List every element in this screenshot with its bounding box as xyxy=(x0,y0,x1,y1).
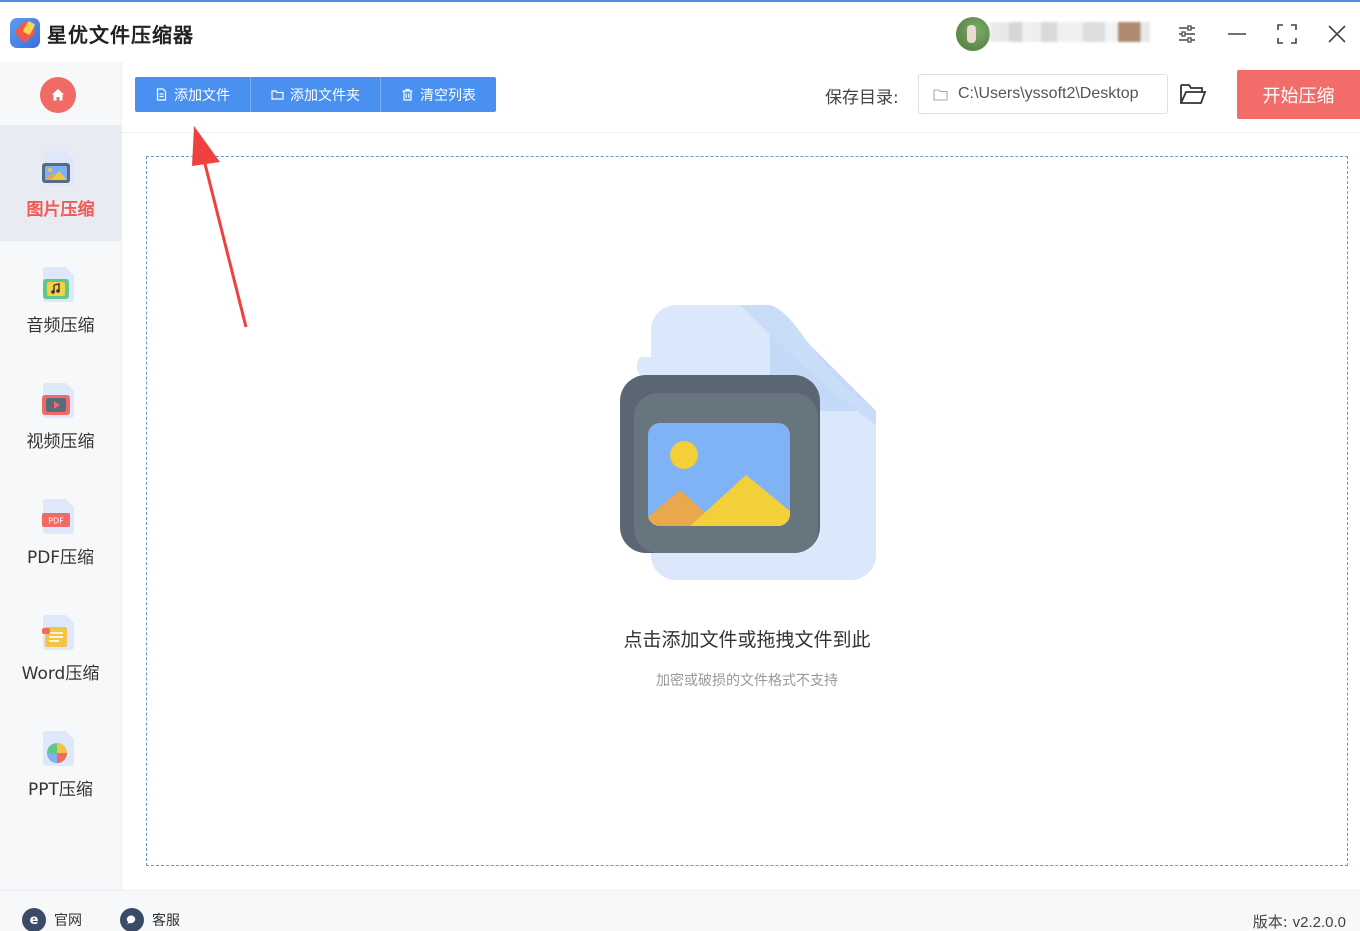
folder-icon xyxy=(271,90,284,100)
sliders-icon xyxy=(1179,25,1195,43)
customer-service-link[interactable]: 客服 xyxy=(120,908,180,931)
add-file-label: 添加文件 xyxy=(174,87,230,104)
word-file-icon xyxy=(42,615,74,650)
app-title: 星优文件压缩器 xyxy=(47,23,194,47)
audio-file-icon xyxy=(43,267,74,302)
clear-list-button[interactable]: 清空列表 xyxy=(381,77,496,112)
close-icon xyxy=(1328,25,1346,43)
clear-list-label: 清空列表 xyxy=(420,87,476,104)
start-compress-button[interactable]: 开始压缩 xyxy=(1237,70,1360,119)
video-file-icon xyxy=(42,383,74,418)
folder-icon xyxy=(933,88,948,101)
save-directory-label: 保存目录: xyxy=(825,88,899,108)
footer: e 官网 客服 版本: v2.2.0.0 xyxy=(0,890,1360,931)
fullscreen-icon xyxy=(1277,24,1297,44)
save-directory-value: C:\Users\yssoft2\Desktop xyxy=(958,85,1139,102)
maximize-button[interactable] xyxy=(1271,18,1303,50)
minimize-icon xyxy=(1228,33,1246,35)
sidebar-item-pdf[interactable]: PDF PDF压缩 xyxy=(0,473,121,589)
document-icon xyxy=(156,88,167,101)
sidebar-item-label: 音频压缩 xyxy=(26,316,95,336)
toolbar: 添加文件 添加文件夹 清空列表 保存目录: C:\Users\yssoft2\D… xyxy=(122,62,1360,133)
browser-icon: e xyxy=(22,908,46,931)
sidebar-item-label: PPT压缩 xyxy=(28,780,93,800)
drop-zone-title: 点击添加文件或拖拽文件到此 xyxy=(623,629,871,651)
sidebar-item-label: 图片压缩 xyxy=(26,200,95,220)
sidebar-item-label: Word压缩 xyxy=(21,664,100,684)
save-directory-field[interactable]: C:\Users\yssoft2\Desktop xyxy=(918,74,1168,114)
version-value: v2.2.0.0 xyxy=(1292,914,1346,931)
trash-icon xyxy=(402,88,413,101)
sidebar-item-label: 视频压缩 xyxy=(26,432,95,452)
title-bar: 星优文件压缩器 xyxy=(0,0,1360,62)
chat-bubble-icon xyxy=(120,908,144,931)
sidebar-item-ppt[interactable]: PPT压缩 xyxy=(0,705,121,821)
sidebar-item-label: PDF压缩 xyxy=(26,548,95,568)
folder-open-icon[interactable] xyxy=(1178,80,1208,108)
user-avatar[interactable] xyxy=(956,17,990,51)
ppt-file-icon xyxy=(43,731,74,766)
svg-text:PDF: PDF xyxy=(48,517,64,526)
home-button[interactable] xyxy=(40,77,76,113)
sidebar-item-word[interactable]: Word压缩 xyxy=(0,589,121,705)
add-folder-label: 添加文件夹 xyxy=(290,87,360,104)
official-site-label: 官网 xyxy=(54,913,82,929)
version-label: 版本: xyxy=(1252,913,1288,931)
drop-zone-subtitle: 加密或破损的文件格式不支持 xyxy=(656,673,838,689)
official-site-link[interactable]: e 官网 xyxy=(22,908,82,931)
file-action-group: 添加文件 添加文件夹 清空列表 xyxy=(135,77,496,112)
add-file-button[interactable]: 添加文件 xyxy=(135,77,251,112)
sidebar-item-audio[interactable]: 音频压缩 xyxy=(0,241,121,357)
sidebar-item-video[interactable]: 视频压缩 xyxy=(0,357,121,473)
image-file-icon xyxy=(42,151,74,186)
sidebar-item-image[interactable]: 图片压缩 xyxy=(0,125,121,241)
pdf-file-icon: PDF xyxy=(42,499,74,534)
home-icon xyxy=(52,89,64,101)
file-drop-zone[interactable]: 点击添加文件或拖拽文件到此 加密或破损的文件格式不支持 xyxy=(146,156,1348,866)
add-folder-button[interactable]: 添加文件夹 xyxy=(251,77,381,112)
customer-service-label: 客服 xyxy=(152,913,180,929)
user-name-blurred[interactable] xyxy=(990,22,1150,42)
minimize-button[interactable] xyxy=(1221,18,1253,50)
image-file-illustration-icon xyxy=(620,305,876,580)
close-button[interactable] xyxy=(1321,18,1353,50)
settings-button[interactable] xyxy=(1171,18,1203,50)
app-logo-icon xyxy=(10,18,40,48)
version-info: 版本: v2.2.0.0 xyxy=(1253,911,1346,931)
sidebar: 图片压缩 音频压缩 视频压缩 PDF PDF压缩 Word压缩 PPT压缩 xyxy=(0,62,122,890)
